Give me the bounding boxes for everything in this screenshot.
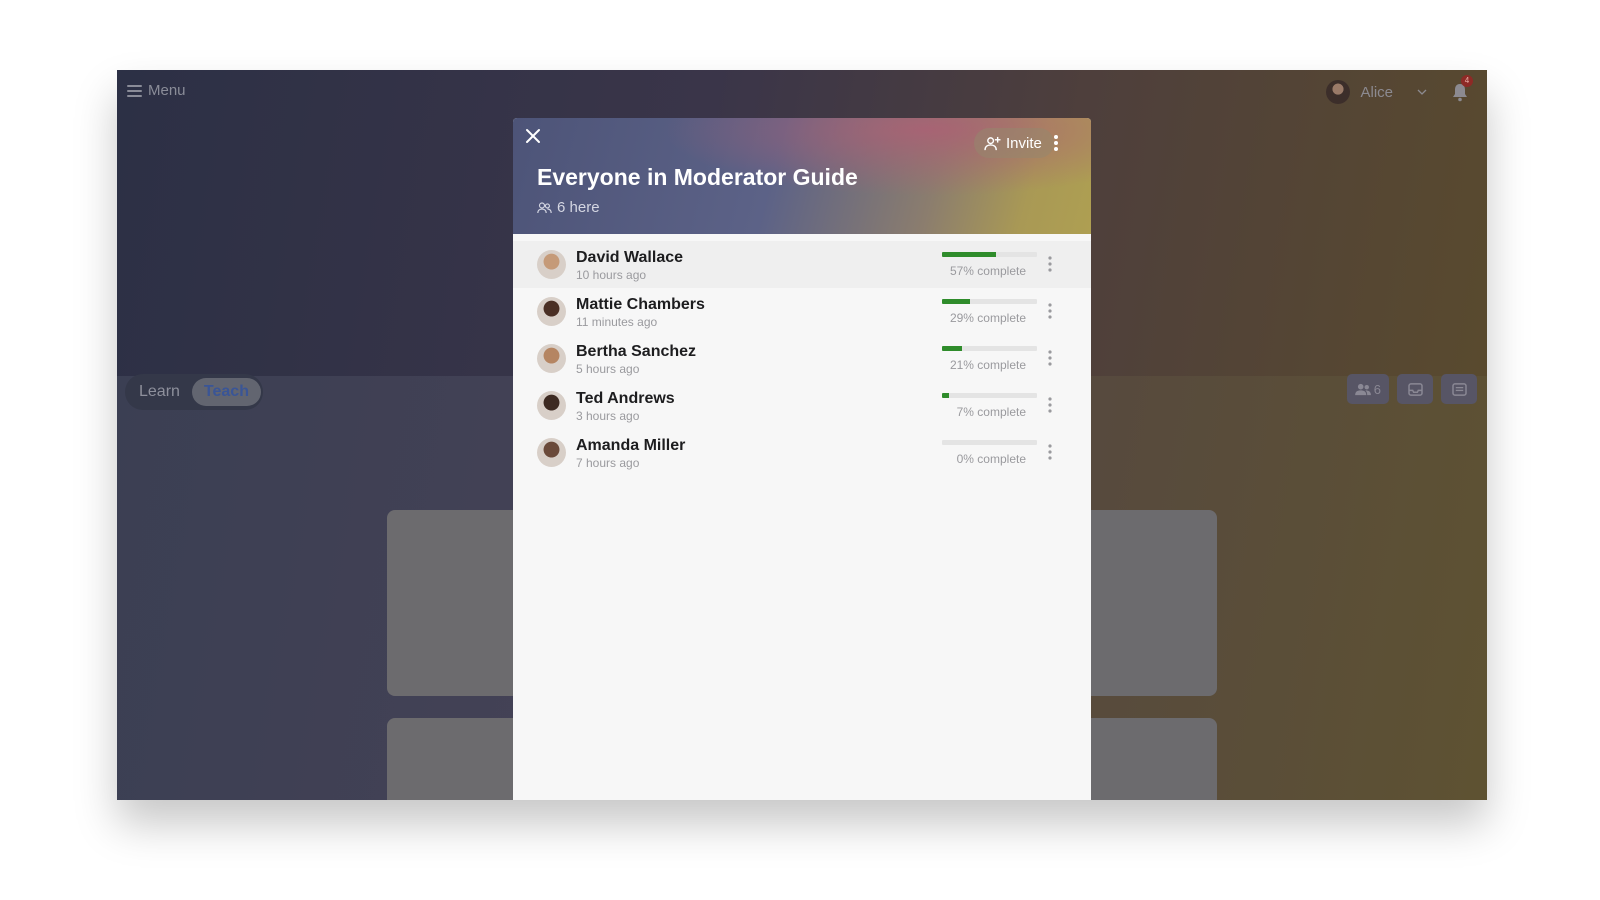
inbox-button[interactable] [1397,374,1433,404]
more-options-icon[interactable] [1047,443,1053,461]
avatar [537,297,566,326]
more-options-icon[interactable] [1053,134,1059,152]
progress-label: 29% complete [949,311,1026,325]
member-row[interactable]: Mattie Chambers 11 minutes ago 29% compl… [513,288,1091,335]
avatar [537,250,566,279]
progress-label: 0% complete [956,452,1026,466]
member-last-seen: 5 hours ago [576,362,640,376]
menu-label: Menu [148,82,186,99]
chevron-down-icon[interactable] [1417,87,1427,97]
toolbar: 6 [1346,374,1477,404]
more-options-icon[interactable] [1047,349,1053,367]
member-row[interactable]: Amanda Miller 7 hours ago 0% complete [513,429,1091,476]
people-icon [537,201,552,213]
member-name: David Wallace [576,249,684,266]
progress-fill [942,393,949,398]
user-name[interactable]: Alice [1360,84,1393,101]
progress-bar [942,252,1037,257]
add-person-icon [984,136,1001,150]
invite-button[interactable]: Invite [974,128,1054,158]
member-row[interactable]: David Wallace 10 hours ago 57% complete [513,241,1091,288]
member-list: David Wallace 10 hours ago 57% complete … [513,241,1091,476]
progress-fill [942,346,962,351]
cards-button[interactable] [1441,374,1477,404]
more-options-icon[interactable] [1047,255,1053,273]
progress-label: 57% complete [949,264,1026,278]
member-row[interactable]: Bertha Sanchez 5 hours ago 21% complete [513,335,1091,382]
member-name: Mattie Chambers [576,296,705,313]
progress-bar [942,299,1037,304]
member-row[interactable]: Ted Andrews 3 hours ago 7% complete [513,382,1091,429]
progress-bar [942,440,1037,445]
learn-teach-toggle: Learn Teach [125,374,263,410]
progress-bar [942,346,1037,351]
close-icon[interactable] [525,128,541,144]
more-options-icon[interactable] [1047,302,1053,320]
more-options-icon[interactable] [1047,396,1053,414]
modal-header: Invite Everyone in Moderator Guide 6 her… [513,118,1091,234]
members-modal: Invite Everyone in Moderator Guide 6 her… [513,118,1091,800]
card-icon [1451,382,1467,396]
participants-count: 6 [1373,381,1381,397]
hamburger-icon [127,85,142,97]
avatar [537,391,566,420]
progress-bar [942,393,1037,398]
progress-fill [942,299,970,304]
user-avatar[interactable] [1326,80,1351,104]
member-last-seen: 3 hours ago [576,409,640,423]
notification-badge: 4 [1461,75,1473,87]
member-last-seen: 11 minutes ago [576,315,658,329]
progress-label: 21% complete [949,358,1026,372]
tab-learn[interactable]: Learn [127,378,192,406]
avatar [537,344,566,373]
here-text: 6 here [557,199,600,216]
avatar [537,438,566,467]
inbox-icon [1407,382,1423,396]
progress-fill [942,252,997,257]
member-last-seen: 10 hours ago [576,268,647,282]
member-last-seen: 7 hours ago [576,456,640,470]
member-name: Amanda Miller [576,437,686,454]
member-name: Bertha Sanchez [576,343,697,360]
modal-title: Everyone in Moderator Guide [537,164,858,190]
notifications-button[interactable]: 4 [1451,75,1473,102]
tab-teach[interactable]: Teach [191,378,261,406]
invite-label: Invite [1006,134,1042,152]
people-icon [1354,383,1371,395]
presence-count: 6 here [537,199,600,216]
member-name: Ted Andrews [576,390,675,407]
participants-button[interactable]: 6 [1346,374,1389,404]
progress-label: 7% complete [956,405,1026,419]
user-area: Alice 4 [1326,75,1473,104]
menu-button[interactable]: Menu [127,82,186,99]
